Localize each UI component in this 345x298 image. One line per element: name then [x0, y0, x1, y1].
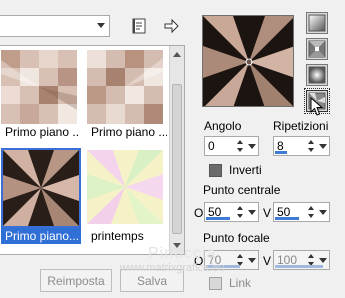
center-point-label: Punto centrale — [203, 183, 281, 197]
link-checkbox[interactable] — [209, 277, 222, 290]
spin-arrows-icon[interactable] — [237, 205, 245, 219]
chevron-down-icon[interactable] — [319, 144, 327, 149]
preset-gallery[interactable]: Primo piano ... Primo piano ... Primo pi… — [0, 45, 185, 255]
invert-checkbox[interactable] — [209, 164, 222, 177]
link-label: Link — [229, 276, 252, 290]
angle-spinner[interactable]: 0 — [204, 136, 259, 156]
focal-v-slider-bar[interactable] — [275, 265, 323, 268]
mouse-cursor-icon — [310, 97, 324, 116]
focal-point-label: Punto focale — [203, 231, 270, 245]
forward-arrow-button[interactable] — [160, 15, 182, 37]
save-preset-button[interactable] — [128, 15, 150, 37]
radial-gradient-button[interactable] — [306, 64, 328, 86]
rectangular-gradient-icon — [308, 40, 326, 58]
center-h-label: O — [194, 206, 204, 220]
preset-caption: Primo piano ... — [91, 125, 167, 139]
preset-thumbnail[interactable] — [87, 150, 163, 224]
reset-button[interactable]: Reimposta — [40, 269, 112, 292]
focal-v-spinner[interactable]: 100 — [273, 250, 330, 270]
repeats-slider-bar[interactable] — [275, 151, 287, 154]
chevron-down-icon — [97, 23, 105, 28]
angle-label: Angolo — [204, 119, 242, 133]
rectangular-gradient-button[interactable] — [306, 38, 328, 60]
scroll-thumb[interactable] — [172, 84, 182, 234]
center-v-spinner[interactable]: 50 — [273, 202, 330, 222]
scroll-up-icon[interactable] — [173, 52, 181, 57]
center-v-label: V — [263, 206, 272, 220]
spin-arrows-icon[interactable] — [308, 139, 316, 153]
chevron-down-icon[interactable] — [248, 258, 256, 263]
preset-thumbnail[interactable] — [87, 50, 163, 124]
radial-gradient-icon — [308, 66, 326, 84]
focal-v-label: V — [263, 254, 272, 268]
linear-gradient-icon — [308, 14, 326, 32]
center-h-spinner[interactable]: 50 — [204, 202, 259, 222]
chevron-down-icon[interactable] — [248, 144, 256, 149]
preset-thumbnail[interactable] — [1, 50, 77, 124]
spin-arrows-icon[interactable] — [237, 139, 245, 153]
center-h-slider-bar[interactable] — [206, 217, 230, 220]
chevron-down-icon[interactable] — [248, 210, 256, 215]
repeats-spinner[interactable]: 8 — [273, 136, 330, 156]
preset-dropdown[interactable] — [0, 15, 110, 37]
preset-thumbnail-selected[interactable] — [1, 148, 81, 228]
repeats-label: Ripetizioni — [273, 119, 329, 133]
preset-caption: Primo piano... — [1, 228, 81, 244]
spin-arrows-icon[interactable] — [308, 205, 316, 219]
gradient-preview[interactable] — [202, 15, 294, 107]
gallery-scrollbar[interactable] — [169, 46, 184, 254]
preset-caption: printemps — [91, 229, 144, 243]
preset-caption: Primo piano ... — [5, 125, 79, 139]
center-v-slider-bar[interactable] — [275, 217, 299, 220]
chevron-down-icon[interactable] — [319, 210, 327, 215]
save-preset-icon — [132, 18, 146, 34]
invert-label: Inverti — [229, 163, 262, 177]
angle-value: 0 — [208, 139, 215, 153]
linear-gradient-button[interactable] — [306, 12, 328, 34]
watermark-site: www.matrixgrafica.eu — [120, 262, 225, 274]
chevron-down-icon[interactable] — [319, 258, 327, 263]
forward-arrow-icon — [164, 18, 179, 34]
watermark-name: Pinuccia — [148, 245, 217, 262]
